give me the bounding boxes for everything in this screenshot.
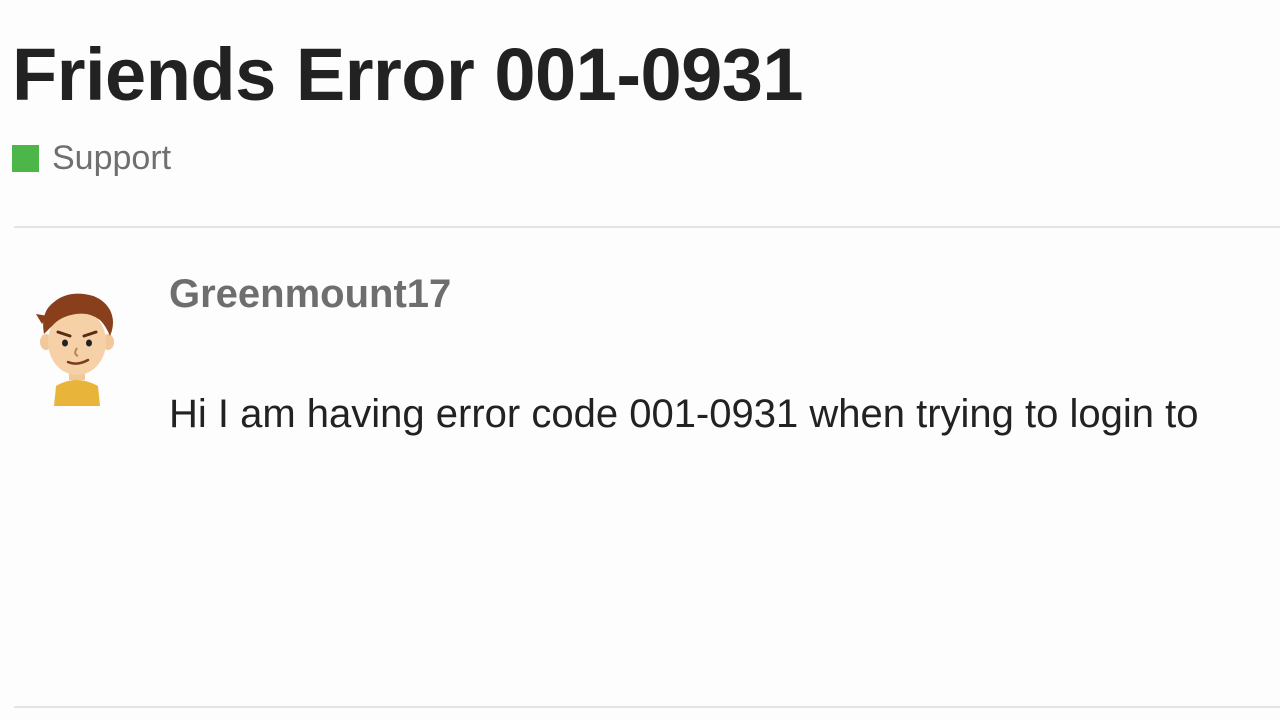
post-entry: Greenmount17 Hi I am having error code 0… [0, 228, 1280, 706]
category-color-square [12, 144, 39, 172]
mii-avatar-icon[interactable] [36, 290, 118, 406]
post-divider [14, 706, 1280, 708]
forum-post-page: Friends Error 001-0931 Support Greenmoun… [0, 0, 1280, 720]
post-author-name[interactable]: Greenmount17 [169, 274, 451, 314]
category-label: Support [52, 139, 172, 177]
post-category[interactable]: Support [12, 138, 171, 178]
post-body-text: Hi I am having error code 001-0931 when … [169, 392, 1199, 436]
post-title: Friends Error 001-0931 [12, 33, 804, 116]
